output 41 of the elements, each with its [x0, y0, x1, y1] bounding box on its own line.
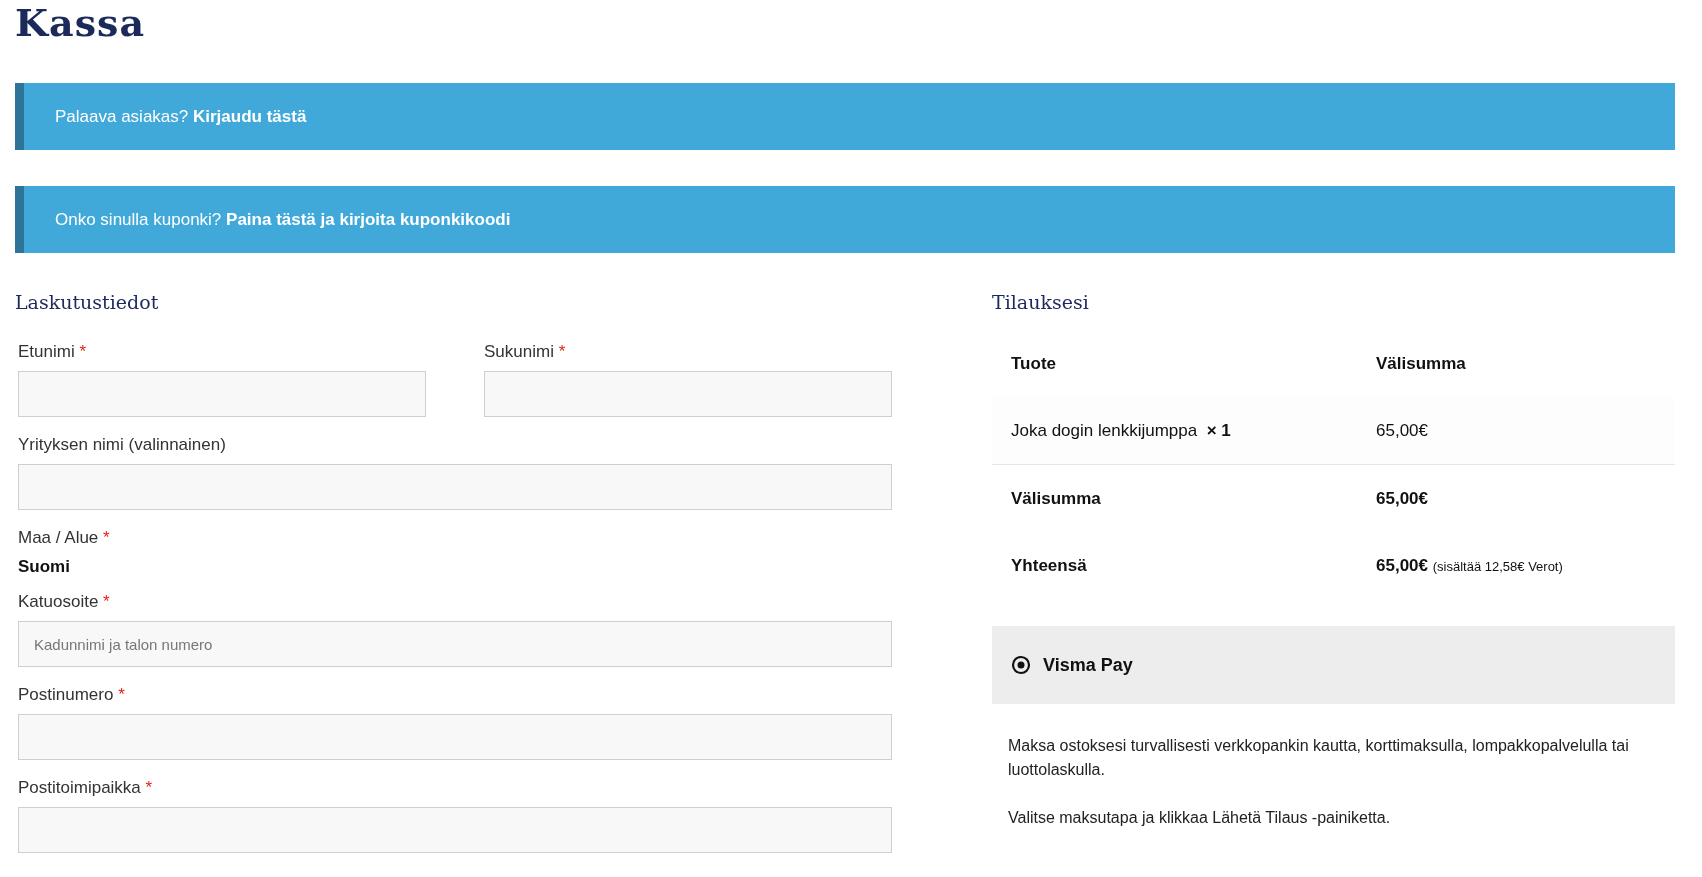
input-field[interactable]: Kadunnimi ja talon numero: [18, 621, 892, 667]
notice-link[interactable]: Paina tästä ja kirjoita kuponkikoodi: [226, 209, 511, 229]
input-field[interactable]: [484, 371, 892, 417]
field-value: Suomi: [18, 557, 71, 577]
field-label: Postinumero *: [18, 685, 126, 705]
page-title: Kassa: [15, 0, 147, 46]
required-asterisk: *: [79, 342, 87, 361]
radio-button[interactable]: [1011, 655, 1031, 675]
field-label: Maa / Alue *: [18, 528, 111, 548]
field-label: Sukunimi *: [484, 342, 567, 362]
total-label: Yhteensä: [1011, 555, 1087, 575]
subtotal-value: 65,00€: [1376, 488, 1428, 508]
payment-method-name[interactable]: Visma Pay: [1043, 654, 1133, 676]
field-label: Katuosoite *: [18, 592, 111, 612]
column-header: Tuote: [1010, 353, 1057, 374]
section-heading: Tilauksesi: [992, 290, 1090, 315]
required-asterisk: *: [145, 778, 153, 797]
input-field[interactable]: [18, 714, 892, 760]
input-field[interactable]: [18, 807, 892, 853]
column-header: Välisumma: [1376, 353, 1466, 374]
payment-description: Maksa ostoksesi turvallisesti verkkopankin kautta, korttimaksulla, lompakkopalvelulla tai luottolaskulla.: [1008, 736, 1630, 780]
product-name: Joka dogin lenkkijumppa: [1011, 420, 1198, 440]
field-label: Yrityksen nimi (valinnainen): [18, 435, 227, 455]
section-heading: Laskutustiedot: [15, 290, 160, 315]
total-value: 65,00€: [1376, 555, 1428, 575]
notice-link[interactable]: Kirjaudu tästä: [193, 106, 307, 126]
required-asterisk: *: [558, 342, 566, 361]
field-label: Etunimi *: [18, 342, 88, 362]
required-asterisk: *: [103, 592, 110, 611]
notice-text: Palaava asiakas? Kirjaudu tästä: [55, 106, 307, 127]
required-asterisk: *: [118, 685, 125, 704]
input-field[interactable]: [18, 371, 426, 417]
tax-note: (sisältää 12,58€ Verot): [1432, 558, 1563, 574]
input-field[interactable]: [18, 464, 892, 510]
notice-text: Onko sinulla kuponki? Paina tästä ja kirjoita kuponkikoodi: [55, 209, 511, 230]
product-price: 65,00€: [1376, 420, 1428, 440]
product-quantity: × 1: [1206, 420, 1231, 440]
required-asterisk: *: [103, 528, 110, 547]
payment-description: Valitse maksutapa ja klikkaa Lähetä Tilaus -painiketta.: [1008, 808, 1392, 828]
subtotal-label: Välisumma: [1011, 488, 1101, 508]
field-label: Postitoimipaikka *: [18, 778, 154, 798]
